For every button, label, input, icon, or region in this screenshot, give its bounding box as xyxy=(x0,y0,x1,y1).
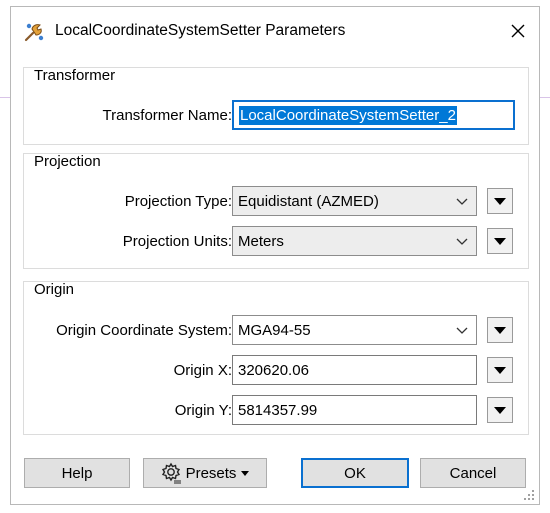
origin-y-menu-button[interactable] xyxy=(487,397,513,423)
origin-group: Origin Origin Coordinate System: MGA94-5… xyxy=(23,281,529,435)
projection-units-menu-button[interactable] xyxy=(487,228,513,254)
ok-button[interactable]: OK xyxy=(301,458,409,488)
dropdown-arrow-icon xyxy=(494,197,506,205)
origin-coordinate-system-value: MGA94-55 xyxy=(238,321,311,339)
projection-type-menu-button[interactable] xyxy=(487,188,513,214)
origin-y-label: Origin Y: xyxy=(174,402,232,419)
projection-type-value: Equidistant (AZMED) xyxy=(238,192,379,210)
origin-y-input[interactable]: 5814357.99 xyxy=(232,395,477,425)
projection-units-value: Meters xyxy=(238,232,284,250)
cancel-button[interactable]: Cancel xyxy=(420,458,526,488)
chevron-down-icon xyxy=(456,238,468,245)
close-button[interactable] xyxy=(503,17,533,45)
origin-group-label: Origin xyxy=(34,281,75,298)
dropdown-arrow-icon xyxy=(494,366,506,374)
transformer-group: Transformer Transformer Name: LocalCoord… xyxy=(23,67,529,145)
origin-x-input[interactable]: 320620.06 xyxy=(232,355,477,385)
background-line-left xyxy=(0,97,10,98)
transformer-group-label: Transformer xyxy=(34,67,116,84)
origin-x-label: Origin X: xyxy=(173,362,232,379)
origin-y-value: 5814357.99 xyxy=(238,401,318,419)
resize-grip-icon[interactable] xyxy=(523,489,535,501)
transformer-name-value: LocalCoordinateSystemSetter_2 xyxy=(239,105,457,125)
help-button[interactable]: Help xyxy=(24,458,130,488)
projection-group: Projection Projection Type: Equidistant … xyxy=(23,153,529,269)
gear-icon xyxy=(161,462,181,484)
presets-button[interactable]: Presets xyxy=(143,458,267,488)
projection-type-select[interactable]: Equidistant (AZMED) xyxy=(232,186,477,216)
origin-x-value: 320620.06 xyxy=(238,361,309,379)
transformer-icon xyxy=(23,21,45,43)
window-title: LocalCoordinateSystemSetter Parameters xyxy=(55,22,346,39)
background-line-right xyxy=(540,97,550,98)
ok-button-label: OK xyxy=(344,464,366,482)
dropdown-arrow-icon xyxy=(494,237,506,245)
transformer-name-label: Transformer Name: xyxy=(102,107,232,124)
origin-coordinate-system-label: Origin Coordinate System: xyxy=(56,322,232,339)
close-icon xyxy=(511,24,525,38)
title-bar: LocalCoordinateSystemSetter Parameters xyxy=(11,7,539,55)
help-button-label: Help xyxy=(61,464,93,482)
caret-down-icon xyxy=(241,470,250,476)
projection-type-label: Projection Type: xyxy=(124,193,232,210)
projection-group-label: Projection xyxy=(34,153,101,170)
chevron-down-icon xyxy=(456,327,468,334)
projection-units-select[interactable]: Meters xyxy=(232,226,477,256)
presets-button-label: Presets xyxy=(185,464,237,482)
origin-coordinate-system-menu-button[interactable] xyxy=(487,317,513,343)
transformer-name-input[interactable]: LocalCoordinateSystemSetter_2 xyxy=(232,100,515,130)
cancel-button-label: Cancel xyxy=(449,464,497,482)
parameters-dialog: LocalCoordinateSystemSetter Parameters T… xyxy=(10,6,540,505)
dropdown-arrow-icon xyxy=(494,326,506,334)
chevron-down-icon xyxy=(456,198,468,205)
projection-units-label: Projection Units: xyxy=(122,233,232,250)
origin-coordinate-system-select[interactable]: MGA94-55 xyxy=(232,315,477,345)
origin-x-menu-button[interactable] xyxy=(487,357,513,383)
dropdown-arrow-icon xyxy=(494,406,506,414)
